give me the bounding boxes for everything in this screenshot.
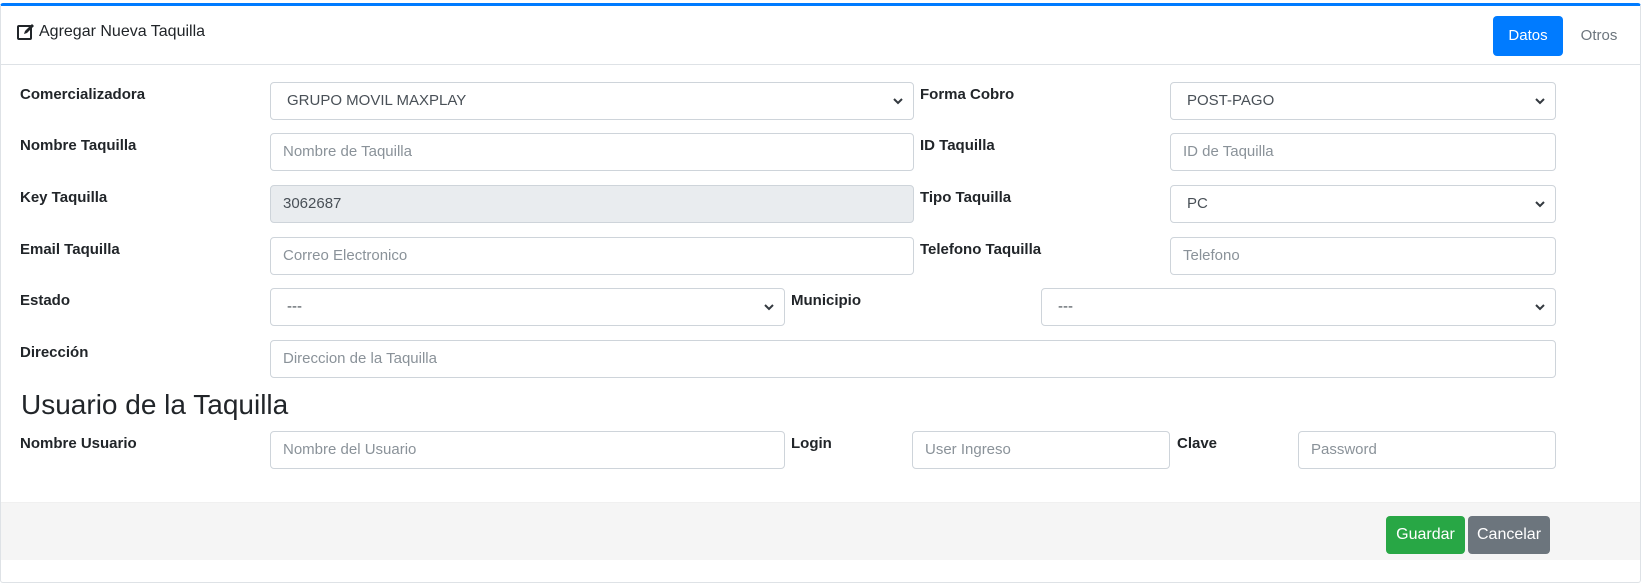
tipo-taquilla-select[interactable]: PC <box>1170 185 1556 223</box>
add-taquilla-card: Agregar Nueva Taquilla Datos Otros Comer… <box>0 3 1641 583</box>
chevron-down-icon <box>893 98 903 105</box>
clave-label: Clave <box>1177 435 1218 452</box>
chevron-down-icon <box>1535 201 1545 208</box>
telefono-taquilla-label: Telefono Taquilla <box>920 241 1042 258</box>
key-taquilla-input: 3062687 <box>270 185 914 223</box>
municipio-select[interactable]: --- <box>1041 288 1556 326</box>
cancel-button[interactable]: Cancelar <box>1468 516 1550 554</box>
card-header: Agregar Nueva Taquilla Datos Otros <box>1 6 1640 65</box>
id-taquilla-input[interactable]: ID de Taquilla <box>1170 133 1556 171</box>
clave-input[interactable]: Password <box>1298 431 1556 469</box>
nombre-usuario-label: Nombre Usuario <box>20 435 137 452</box>
usuario-section-title: Usuario de la Taquilla <box>21 389 289 420</box>
nombre-usuario-input[interactable]: Nombre del Usuario <box>270 431 785 469</box>
estado-label: Estado <box>20 292 71 309</box>
tab-datos[interactable]: Datos <box>1493 16 1563 56</box>
direccion-input[interactable]: Direccion de la Taquilla <box>270 340 1556 378</box>
forma-cobro-value: POST-PAGO <box>1187 92 1275 109</box>
key-taquilla-label: Key Taquilla <box>20 189 108 206</box>
comercializadora-value: GRUPO MOVIL MAXPLAY <box>287 92 467 109</box>
forma-cobro-select[interactable]: POST-PAGO <box>1170 82 1556 120</box>
municipio-label: Municipio <box>791 292 861 309</box>
card-footer: Guardar Cancelar <box>1 502 1640 560</box>
email-taquilla-label: Email Taquilla <box>20 241 120 258</box>
estado-select[interactable]: --- <box>270 288 785 326</box>
tipo-taquilla-value: PC <box>1187 195 1208 212</box>
tab-otros[interactable]: Otros <box>1574 16 1624 56</box>
nombre-taquilla-label: Nombre Taquilla <box>20 137 137 154</box>
direccion-label: Dirección <box>20 344 89 361</box>
page-title: Agregar Nueva Taquilla <box>17 23 205 41</box>
page-title-text: Agregar Nueva Taquilla <box>39 23 206 40</box>
comercializadora-select[interactable]: GRUPO MOVIL MAXPLAY <box>270 82 914 120</box>
municipio-value: --- <box>1058 298 1073 315</box>
comercializadora-label: Comercializadora <box>20 86 146 103</box>
id-taquilla-label: ID Taquilla <box>920 137 995 154</box>
forma-cobro-label: Forma Cobro <box>920 86 1015 103</box>
chevron-down-icon <box>1535 304 1545 311</box>
telefono-taquilla-input[interactable]: Telefono <box>1170 237 1556 275</box>
email-taquilla-input[interactable]: Correo Electronico <box>270 237 914 275</box>
tipo-taquilla-label: Tipo Taquilla <box>920 189 1012 206</box>
chevron-down-icon <box>764 304 774 311</box>
login-label: Login <box>791 435 832 452</box>
chevron-down-icon <box>1535 98 1545 105</box>
save-button[interactable]: Guardar <box>1386 516 1465 554</box>
estado-value: --- <box>287 298 302 315</box>
login-input[interactable]: User Ingreso <box>912 431 1170 469</box>
edit-icon <box>17 24 34 40</box>
nombre-taquilla-input[interactable]: Nombre de Taquilla <box>270 133 914 171</box>
